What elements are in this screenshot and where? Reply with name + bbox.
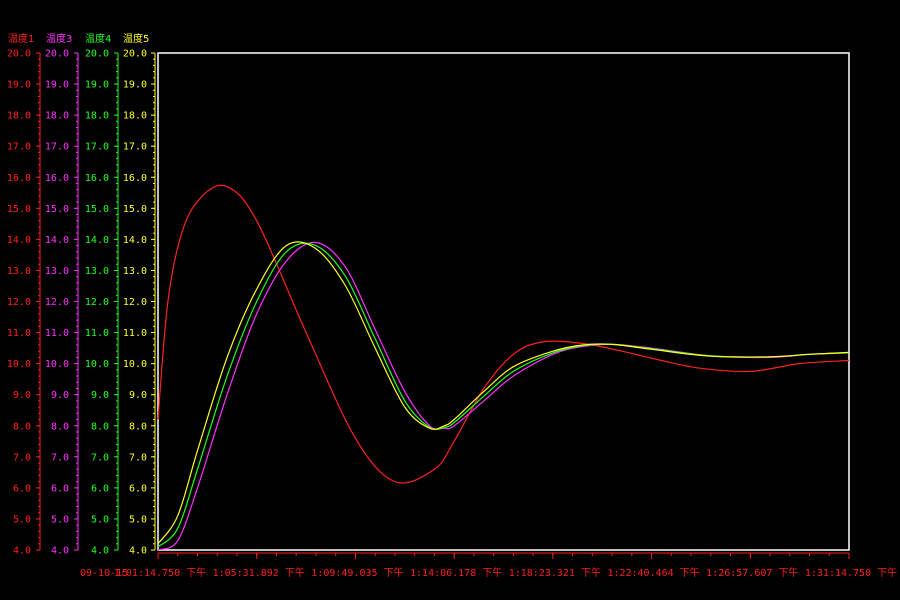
- y-tick-label: 20.0: [7, 49, 31, 60]
- y-tick-label: 19.0: [45, 80, 69, 91]
- y-tick-label: 14.0: [123, 235, 147, 246]
- series-line-1: [157, 184, 850, 484]
- y-tick-label: 5.0: [91, 514, 109, 525]
- y-tick-label: 4.0: [51, 546, 69, 557]
- y-tick-label: 6.0: [91, 483, 109, 494]
- y-tick-label: 16.0: [123, 173, 147, 184]
- x-tick-label: 1:05:31.892 下午: [213, 566, 305, 579]
- y-tick-label: 13.0: [45, 266, 69, 277]
- x-date-label: 09-10-15: [80, 568, 128, 579]
- y-tick-label: 14.0: [7, 235, 31, 246]
- y-tick-label: 20.0: [45, 49, 69, 60]
- y-tick-label: 15.0: [123, 204, 147, 215]
- y-axis-2: 温度3 4.0 5.0 6.0 7.0 8.0 9.0 10.0 11.0 12.0 13.0 14.…: [45, 32, 79, 557]
- y-tick-label: 5.0: [51, 514, 69, 525]
- y-tick-label: 14.0: [85, 235, 109, 246]
- y-tick-label: 4.0: [13, 546, 31, 557]
- x-tick-label: 1:09:49.035 下午: [311, 566, 403, 579]
- y-tick-label: 14.0: [45, 235, 69, 246]
- y-tick-label: 13.0: [85, 266, 109, 277]
- y-tick-label: 11.0: [7, 328, 31, 339]
- y-tick-label: 9.0: [91, 390, 109, 401]
- series-line-3: [157, 242, 850, 548]
- plot-frame: [157, 52, 850, 551]
- y-tick-label: 15.0: [45, 204, 69, 215]
- y-tick-label: 9.0: [13, 390, 31, 401]
- y-tick-label: 16.0: [85, 173, 109, 184]
- y-tick-label: 6.0: [129, 483, 147, 494]
- y-tick-label: 11.0: [85, 328, 109, 339]
- y-tick-label: 4.0: [129, 546, 147, 557]
- y-tick-label: 7.0: [51, 452, 69, 463]
- y-tick-label: 19.0: [85, 80, 109, 91]
- y-tick-label: 18.0: [123, 111, 147, 122]
- y-tick-label: 17.0: [7, 142, 31, 153]
- y-tick-label: 17.0: [123, 142, 147, 153]
- series-line-4: [157, 241, 850, 545]
- y-tick-label: 12.0: [45, 297, 69, 308]
- chart: 温度1 4.0 5.0 6.0 7.0 8.0 9.0 10.0 11.0 12.0 13.0 14.…: [7, 32, 897, 579]
- y-tick-label: 5.0: [129, 514, 147, 525]
- y-tick-label: 18.0: [85, 111, 109, 122]
- y-tick-label: 16.0: [7, 173, 31, 184]
- y-tick-label: 8.0: [91, 421, 109, 432]
- y-axis-4: 温度5 4.0 5.0 6.0 7.0 8.0 9.0 10.0 11.0 12.0 13.0 14.…: [123, 32, 156, 557]
- y-tick-label: 19.0: [7, 80, 31, 91]
- y-tick-label: 7.0: [91, 452, 109, 463]
- y-tick-label: 12.0: [85, 297, 109, 308]
- series-lines: [157, 184, 850, 551]
- x-axis: 1:01:14.750 下午 1:05:31.892 下午 1:09:49.035 …: [80, 552, 897, 579]
- x-tick-label: 1:14:06.178 下午: [410, 566, 502, 579]
- y-tick-label: 20.0: [123, 49, 147, 60]
- y-tick-label: 8.0: [51, 421, 69, 432]
- y-tick-label: 19.0: [123, 80, 147, 91]
- y-tick-label: 10.0: [7, 359, 31, 370]
- y-tick-label: 10.0: [85, 359, 109, 370]
- y-tick-label: 15.0: [7, 204, 31, 215]
- y-tick-label: 18.0: [45, 111, 69, 122]
- y-tick-label: 8.0: [129, 421, 147, 432]
- y-tick-label: 20.0: [85, 49, 109, 60]
- y-tick-label: 7.0: [129, 452, 147, 463]
- y-tick-label: 17.0: [45, 142, 69, 153]
- y-tick-label: 18.0: [7, 111, 31, 122]
- y-tick-label: 5.0: [13, 514, 31, 525]
- series-line-2: [157, 241, 850, 551]
- y-axis-title: 温度4: [85, 32, 111, 45]
- x-tick-label: 1:18:23.321 下午: [509, 566, 601, 579]
- y-tick-label: 11.0: [45, 328, 69, 339]
- y-tick-label: 12.0: [7, 297, 31, 308]
- y-axis-title: 温度5: [123, 32, 149, 45]
- x-tick-label: 1:22:40.464 下午: [607, 566, 699, 579]
- y-tick-label: 6.0: [13, 483, 31, 494]
- y-tick-label: 9.0: [51, 390, 69, 401]
- y-axis-1: 温度1 4.0 5.0 6.0 7.0 8.0 9.0 10.0 11.0 12.0 13.0 14.…: [7, 32, 41, 557]
- y-tick-label: 9.0: [129, 390, 147, 401]
- y-tick-label: 12.0: [123, 297, 147, 308]
- y-axis-title: 温度3: [46, 32, 72, 45]
- y-tick-label: 13.0: [7, 266, 31, 277]
- x-tick-label: 1:26:57.607 下午: [706, 566, 798, 579]
- y-tick-label: 8.0: [13, 421, 31, 432]
- y-tick-label: 15.0: [85, 204, 109, 215]
- y-tick-label: 10.0: [123, 359, 147, 370]
- y-tick-label: 11.0: [123, 328, 147, 339]
- y-tick-label: 7.0: [13, 452, 31, 463]
- y-axis-3: 温度4 4.0 5.0 6.0 7.0 8.0 9.0 10.0 11.0 12.0 13.0 14.…: [85, 32, 119, 557]
- y-tick-label: 16.0: [45, 173, 69, 184]
- y-tick-label: 17.0: [85, 142, 109, 153]
- y-axes: 温度1 4.0 5.0 6.0 7.0 8.0 9.0 10.0 11.0 12.0 13.0 14.…: [7, 32, 156, 557]
- y-tick-label: 6.0: [51, 483, 69, 494]
- y-axis-title: 温度1: [8, 32, 34, 45]
- y-tick-label: 4.0: [91, 546, 109, 557]
- y-tick-label: 13.0: [123, 266, 147, 277]
- x-tick-label: 1:31:14.750 下午: [805, 566, 897, 579]
- y-tick-label: 10.0: [45, 359, 69, 370]
